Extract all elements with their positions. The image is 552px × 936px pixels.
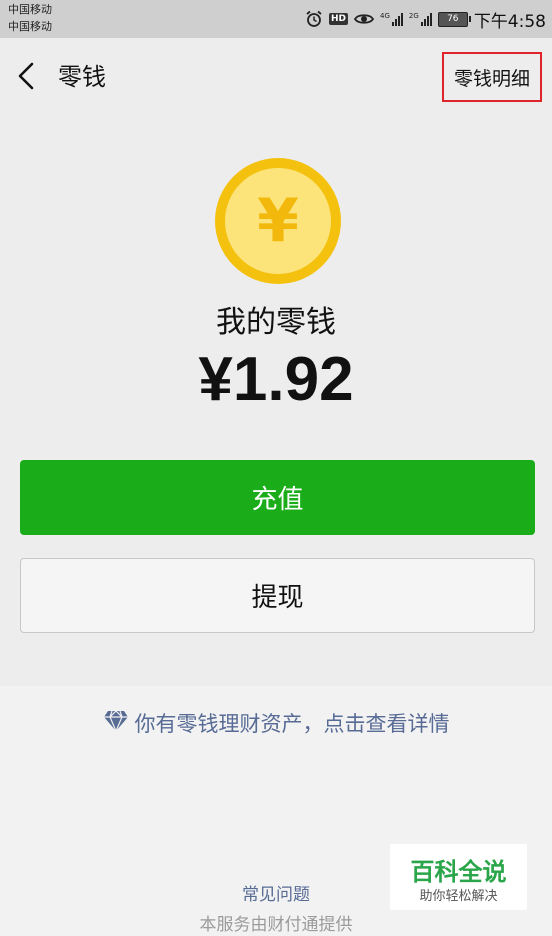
coin-symbol: ¥ — [225, 168, 331, 274]
watermark-title: 百科全说 — [410, 858, 507, 886]
watermark-logo: 百科全说 助你轻松解决 — [390, 844, 527, 910]
battery-icon: 76 — [437, 11, 471, 27]
page-title: 零钱 — [58, 63, 106, 91]
hd-badge: HD — [329, 13, 349, 25]
chevron-left-icon[interactable] — [14, 58, 44, 94]
status-icons: HD 4G 2G 76 下午4:58 — [305, 7, 546, 32]
nav-bar: 零钱 零钱明细 — [0, 38, 552, 114]
wealth-assets-link[interactable]: 你有零钱理财资产，点击查看详情 — [0, 708, 552, 738]
signal-icon-2: 2G — [409, 12, 432, 26]
balance-label: 我的零钱 — [216, 305, 336, 340]
balance-amount: ¥1.92 — [198, 345, 354, 414]
withdraw-button[interactable]: 提现 — [20, 558, 535, 633]
change-detail-link[interactable]: 零钱明细 — [442, 52, 542, 102]
carrier-2: 中国移动 — [8, 20, 52, 33]
status-time: 下午4:58 — [473, 11, 546, 32]
wealth-link-text: 你有零钱理财资产，点击查看详情 — [134, 712, 450, 736]
status-bar: 中国移动 中国移动 HD 4G 2G 76 下午4:58 — [0, 0, 552, 38]
diamond-icon — [103, 709, 129, 737]
recharge-button[interactable]: 充值 — [20, 460, 535, 535]
watermark-subtitle: 助你轻松解决 — [419, 889, 498, 904]
signal-icon-1: 4G — [380, 12, 403, 26]
network-type-2: 2G — [408, 12, 419, 20]
alarm-clock-icon — [305, 10, 323, 28]
provider-text: 本服务由财付通提供 — [199, 915, 353, 935]
network-type-1: 4G — [380, 12, 390, 20]
eye-comfort-icon — [354, 12, 375, 26]
carrier-1: 中国移动 — [8, 3, 52, 16]
yuan-coin-icon: ¥ — [215, 158, 341, 284]
